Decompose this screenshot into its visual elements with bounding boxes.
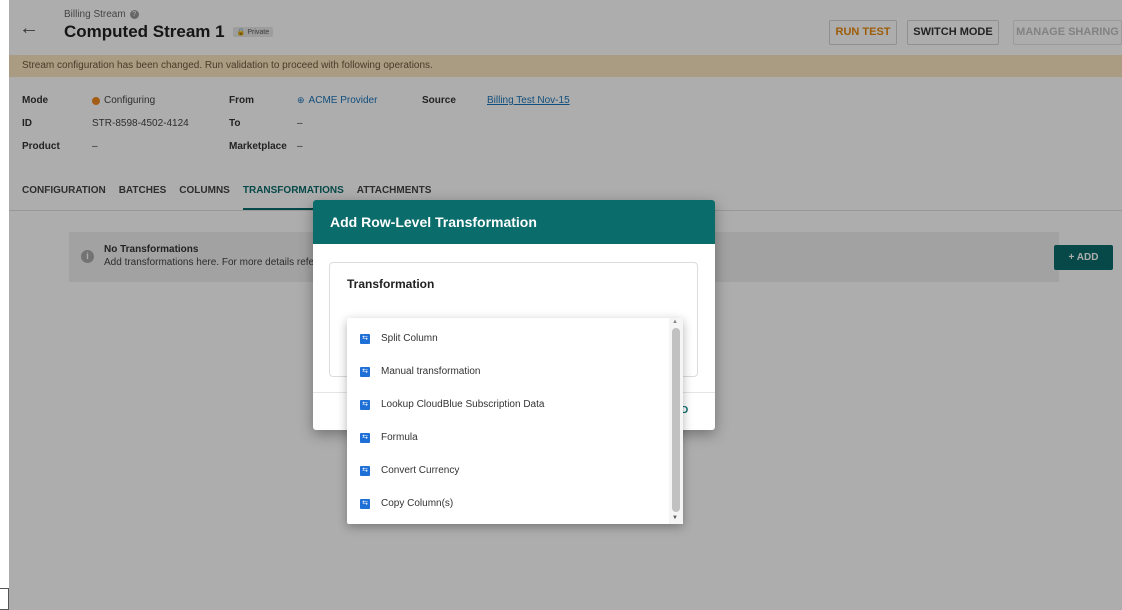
option-label: Copy Column(s) — [381, 498, 454, 509]
card-title: Transformation — [347, 277, 435, 291]
option-label: Manual transformation — [381, 366, 481, 377]
transformation-icon: ⇆ — [360, 498, 370, 509]
app-window: ← Billing Stream ? Computed Stream 1 🔒 P… — [9, 0, 1122, 610]
option-label: Lookup CloudBlue Subscription Data — [381, 399, 545, 410]
transformation-icon: ⇆ — [360, 465, 370, 476]
transformation-icon: ⇆ — [360, 366, 370, 377]
option-formula[interactable]: ⇆ Formula — [347, 421, 669, 454]
transformation-type-dropdown[interactable]: ⇆ Split Column ⇆ Manual transformation ⇆… — [347, 318, 683, 524]
option-label: Formula — [381, 432, 418, 443]
window-corner-mark — [0, 588, 9, 610]
scroll-down-arrow-icon[interactable]: ▼ — [672, 515, 678, 521]
dropdown-scrollbar[interactable]: ▲ ▼ — [669, 318, 683, 524]
transformation-icon: ⇆ — [360, 399, 370, 410]
transformation-icon: ⇆ — [360, 432, 370, 443]
option-label: Split Column — [381, 333, 438, 344]
option-manual-transformation[interactable]: ⇆ Manual transformation — [347, 355, 669, 388]
option-split-column[interactable]: ⇆ Split Column — [347, 322, 669, 355]
scroll-up-arrow-icon[interactable]: ▲ — [672, 319, 678, 325]
option-lookup-subscription[interactable]: ⇆ Lookup CloudBlue Subscription Data — [347, 388, 669, 421]
window-left-edge — [0, 0, 9, 610]
scrollbar-thumb[interactable] — [672, 328, 680, 512]
option-convert-currency[interactable]: ⇆ Convert Currency — [347, 454, 669, 487]
dialog-title: Add Row-Level Transformation — [313, 200, 715, 244]
transformation-icon: ⇆ — [360, 333, 370, 344]
option-label: Convert Currency — [381, 465, 460, 476]
option-copy-columns[interactable]: ⇆ Copy Column(s) — [347, 487, 669, 520]
